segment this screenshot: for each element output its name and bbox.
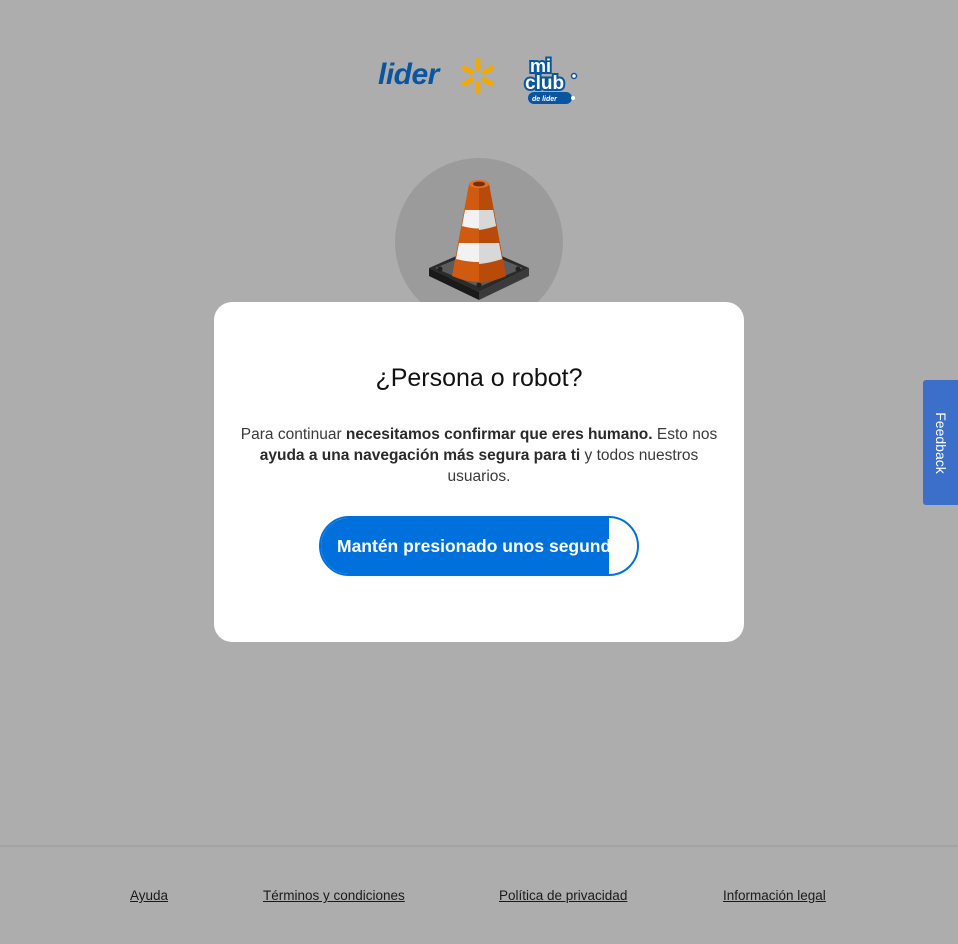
hold-button-label: Mantén presionado unos segundos <box>337 536 632 556</box>
miclub-logo-line2: club <box>525 73 564 94</box>
miclub-logo-line3: de lider <box>532 96 558 103</box>
footer-link-terminos[interactable]: Términos y condiciones <box>263 888 405 903</box>
description-text-2: Esto nos <box>652 426 718 443</box>
footer-link-informacion-legal[interactable]: Información legal <box>723 888 826 903</box>
description-bold-1: necesitamos confirmar que eres humano. <box>345 426 653 443</box>
verification-modal: ¿Persona o robot? Para continuar necesit… <box>214 302 744 642</box>
cone-illustration <box>395 158 563 326</box>
footer-link-ayuda[interactable]: Ayuda <box>130 888 168 903</box>
feedback-label: Feedback <box>932 411 949 474</box>
walmart-spark-icon <box>462 58 494 94</box>
miclub-logo[interactable]: mi club de lider <box>522 54 580 106</box>
footer-link-privacidad[interactable]: Política de privacidad <box>499 888 627 903</box>
header-logos: lider mi club de lider <box>0 52 958 108</box>
feedback-tab[interactable]: Feedback <box>923 380 958 505</box>
description-bold-2: ayuda a una navegación más segura para t… <box>259 447 581 464</box>
lider-logo[interactable]: lider <box>378 58 439 92</box>
footer: Ayuda Términos y condiciones Política de… <box>0 845 958 944</box>
description-text-1: Para continuar <box>240 426 346 443</box>
hold-to-verify-button[interactable]: Mantén presionado unos segundos <box>319 516 639 576</box>
traffic-cone-icon <box>429 180 529 300</box>
modal-description: Para continuar necesitamos confirmar que… <box>234 424 724 487</box>
modal-title: ¿Persona o robot? <box>375 364 583 392</box>
